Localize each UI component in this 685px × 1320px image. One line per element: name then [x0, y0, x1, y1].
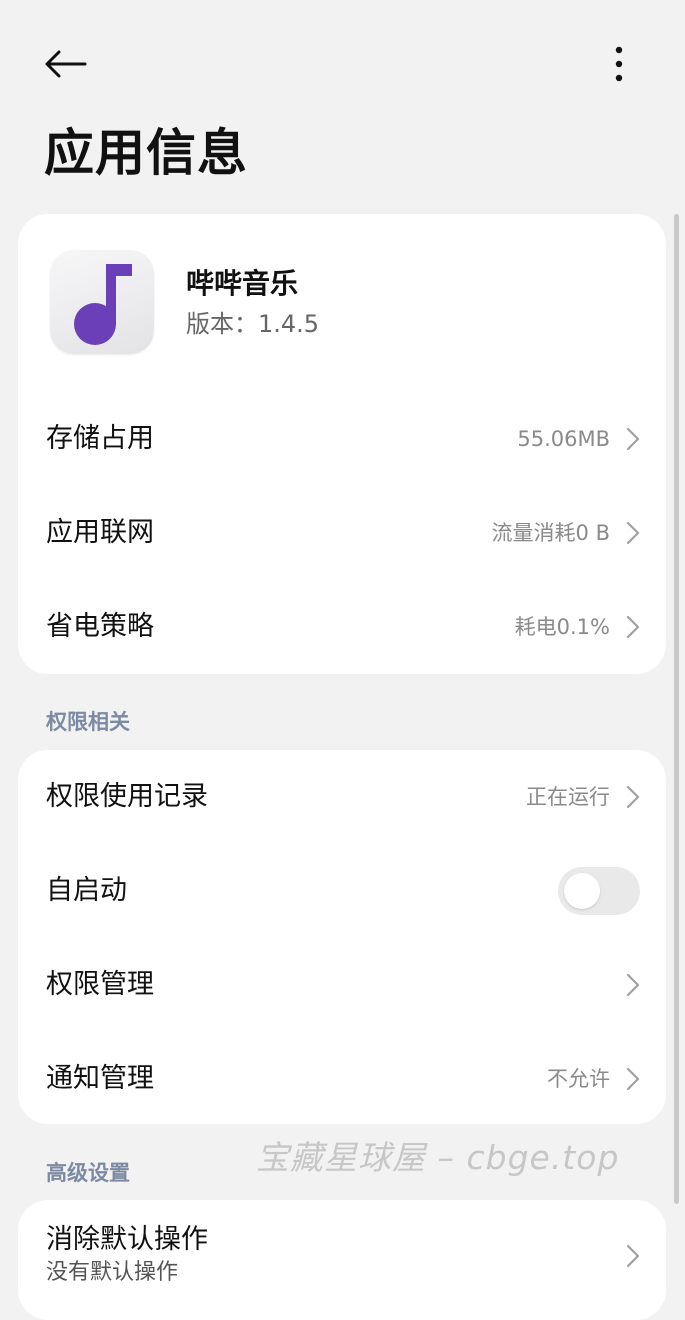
scrollbar[interactable]: [674, 214, 679, 1204]
row-label: 权限管理: [46, 969, 154, 1000]
chevron-right-icon: [626, 785, 640, 809]
toggle-knob: [564, 873, 600, 909]
chevron-right-icon: [626, 973, 640, 997]
row-label: 存储占用: [46, 423, 154, 454]
more-vertical-icon: [614, 46, 624, 86]
autostart-row: 自启动: [18, 844, 666, 938]
music-note-icon: [74, 264, 132, 345]
permission-management-row[interactable]: 权限管理: [18, 938, 666, 1032]
permissions-card: 权限使用记录 正在运行 自启动 权限管理 通知管理 不允许: [18, 750, 666, 1124]
app-icon: [50, 250, 154, 354]
row-label: 通知管理: [46, 1063, 154, 1094]
permission-usage-row[interactable]: 权限使用记录 正在运行: [18, 750, 666, 844]
battery-policy-row[interactable]: 省电策略 耗电0.1%: [18, 580, 666, 674]
row-label: 自启动: [46, 875, 127, 906]
clear-defaults-row[interactable]: 消除默认操作 没有默认操作: [18, 1200, 666, 1310]
app-header: 哔哔音乐 版本：1.4.5: [18, 214, 666, 384]
row-value: 不允许: [547, 1067, 610, 1091]
row-value: 正在运行: [526, 785, 610, 809]
storage-row[interactable]: 存储占用 55.06MB: [18, 392, 666, 486]
section-title-advanced: 高级设置: [46, 1161, 130, 1185]
row-value: 流量消耗0 B: [491, 521, 610, 545]
chevron-right-icon: [626, 615, 640, 639]
section-title-permissions: 权限相关: [46, 710, 130, 734]
chevron-right-icon: [626, 521, 640, 545]
row-value: 耗电0.1%: [514, 615, 610, 639]
chevron-right-icon: [626, 1244, 640, 1268]
row-label: 权限使用记录: [46, 781, 208, 812]
page-title: 应用信息: [44, 124, 248, 182]
row-label: 消除默认操作: [46, 1224, 208, 1255]
row-value: 55.06MB: [517, 427, 610, 451]
back-button[interactable]: [38, 42, 92, 90]
row-label: 应用联网: [46, 517, 154, 548]
more-options-button[interactable]: [598, 42, 640, 90]
app-name: 哔哔音乐: [186, 267, 299, 300]
row-subtitle: 没有默认操作: [46, 1260, 179, 1285]
app-version: 版本：1.4.5: [186, 310, 320, 338]
top-bar: [0, 0, 685, 120]
network-row[interactable]: 应用联网 流量消耗0 B: [18, 486, 666, 580]
notification-management-row[interactable]: 通知管理 不允许: [18, 1032, 666, 1126]
watermark: 宝藏星球屋 – cbge.top: [256, 1138, 620, 1177]
row-label: 省电策略: [46, 611, 154, 642]
chevron-right-icon: [626, 427, 640, 451]
advanced-card: 消除默认操作 没有默认操作: [18, 1200, 666, 1320]
autostart-toggle[interactable]: [558, 867, 640, 915]
chevron-right-icon: [626, 1067, 640, 1091]
arrow-left-icon: [43, 49, 87, 83]
app-info-card: 哔哔音乐 版本：1.4.5 存储占用 55.06MB 应用联网 流量消耗0 B …: [18, 214, 666, 674]
